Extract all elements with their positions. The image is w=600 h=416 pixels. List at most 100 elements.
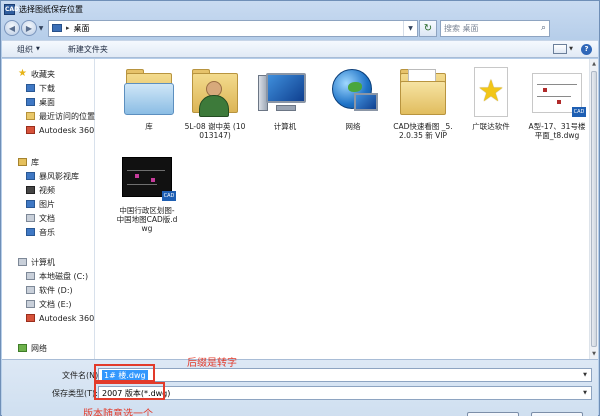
save-dialog-window: CAD 选择图纸保存位置 ◀ ▶ ▼ ▸ 桌面 ▼ ↻ 搜索 桌面 ⌕ 组织 ▼ …: [0, 0, 600, 416]
desktop-icon: [52, 24, 62, 32]
window-title: 选择图纸保存位置: [19, 4, 83, 14]
save-button[interactable]: [467, 412, 519, 416]
back-arrow-icon: ◀: [8, 23, 16, 33]
file-label: A型-17、31号楼 平面_t8.dwg: [528, 122, 586, 140]
command-bar: 组织 ▼ 新建文件夹 ▼ ?: [2, 40, 598, 58]
nav-item-drive-e[interactable]: 文档 (E:): [2, 297, 95, 311]
dwg-thumbnail-icon: CAD: [528, 65, 586, 119]
drive-icon: [26, 286, 35, 294]
view-dropdown-icon[interactable]: ▼: [569, 46, 573, 52]
file-label: 网络: [345, 122, 361, 131]
file-label: 库: [145, 122, 153, 131]
view-options-icon[interactable]: [553, 44, 568, 54]
computer-group: 计算机 本地磁盘 (C:) 软件 (D:) 文档 (E:) Autodesk 3…: [2, 255, 95, 325]
libraries-group: 库 暴风影视库 视频 图片 文档 音乐: [2, 155, 95, 239]
file-item-glodon-shortcut[interactable]: ★ 广联达软件: [460, 65, 522, 131]
nav-item-music[interactable]: 音乐: [2, 225, 95, 239]
file-label: 5L-08 谢中英 (10013147): [184, 122, 246, 140]
recent-places-icon: [26, 112, 35, 120]
app-icon: CAD: [4, 3, 20, 15]
scroll-thumb[interactable]: [591, 71, 597, 347]
breadcrumb-separator-icon[interactable]: ▸: [66, 24, 70, 32]
help-icon[interactable]: ?: [581, 43, 592, 55]
suffix-annotation: 后缀是转字: [187, 358, 237, 369]
new-folder-label: 新建文件夹: [67, 44, 108, 54]
scroll-down-icon[interactable]: ▼: [590, 349, 598, 359]
history-dropdown-icon[interactable]: ▼: [37, 25, 45, 32]
chevron-down-icon[interactable]: ▼: [579, 369, 591, 381]
nav-item-downloads[interactable]: 下载: [2, 81, 95, 95]
file-item-cad-viewer-folder[interactable]: CAD快速看图 _5.2.0.35 新 VIP: [392, 65, 454, 140]
downloads-icon: [26, 84, 35, 92]
file-item-dwg-floorplan[interactable]: CAD A型-17、31号楼 平面_t8.dwg: [526, 65, 588, 140]
favorites-star-icon: ★: [18, 68, 27, 79]
forward-button[interactable]: ▶: [21, 20, 37, 36]
address-bar: ◀ ▶ ▼ ▸ 桌面 ▼ ↻ 搜索 桌面 ⌕: [4, 18, 596, 38]
version-annotation: 版本随意选一个: [83, 409, 153, 416]
file-label: CAD快速看图 _5.2.0.35 新 VIP: [393, 122, 453, 140]
music-icon: [26, 228, 35, 236]
autodesk-icon: [26, 314, 35, 322]
drive-icon: [26, 272, 35, 280]
filename-field[interactable]: 1# 楼.dwg ▼: [98, 368, 592, 382]
computer-icon: [256, 65, 314, 119]
address-field[interactable]: ▸ 桌面 ▼: [48, 19, 418, 37]
new-folder-button[interactable]: 新建文件夹: [68, 44, 108, 55]
documents-icon: [26, 214, 35, 222]
file-type-select[interactable]: 2007 版本(*.dwg) ▼: [98, 386, 592, 400]
cad-badge: CAD: [572, 107, 586, 117]
chevron-down-icon: ▼: [36, 46, 40, 52]
chevron-down-icon[interactable]: ▼: [579, 387, 591, 399]
file-item-dwg-china-map[interactable]: CAD 中国行政区划图-中国地图CAD版.dwg: [116, 149, 178, 233]
nav-item-recent[interactable]: 最近访问的位置: [2, 109, 95, 123]
browser-area: ★ 收藏夹 下载 桌面 最近访问的位置 Autodesk 360 库 暴风影视库 …: [2, 59, 598, 359]
star-shortcut-icon: ★: [462, 65, 520, 119]
dwg-thumbnail-icon: CAD: [118, 149, 176, 203]
cad-badge: CAD: [162, 191, 176, 201]
back-button[interactable]: ◀: [4, 20, 20, 36]
file-item-network[interactable]: 网络: [322, 65, 384, 131]
breadcrumb-desktop[interactable]: 桌面: [74, 23, 90, 34]
navigation-pane: ★ 收藏夹 下载 桌面 最近访问的位置 Autodesk 360 库 暴风影视库 …: [2, 59, 95, 359]
nav-item-documents[interactable]: 文档: [2, 211, 95, 225]
autodesk-icon: [26, 126, 35, 134]
cancel-button[interactable]: [531, 412, 583, 416]
video-library-icon: [26, 172, 35, 180]
pictures-icon: [26, 200, 35, 208]
nav-item-autodesk-360-drive[interactable]: Autodesk 360: [2, 311, 95, 325]
forward-arrow-icon: ▶: [25, 23, 33, 33]
nav-item-baofeng[interactable]: 暴风影视库: [2, 169, 95, 183]
desktop-icon: [26, 98, 35, 106]
organize-label: 组织: [17, 44, 33, 54]
nav-libraries[interactable]: 库: [2, 155, 95, 169]
refresh-icon: ↻: [423, 22, 433, 34]
nav-item-pictures[interactable]: 图片: [2, 197, 95, 211]
file-type-label: 保存类型(T):: [52, 389, 98, 398]
filename-highlight-box: [94, 364, 155, 382]
refresh-button[interactable]: ↻: [419, 19, 437, 37]
nav-item-drive-c[interactable]: 本地磁盘 (C:): [2, 269, 95, 283]
nav-item-drive-d[interactable]: 软件 (D:): [2, 283, 95, 297]
nav-network[interactable]: 网络: [2, 341, 95, 355]
network-globe-icon: [324, 65, 382, 119]
search-placeholder: 搜索 桌面: [444, 23, 479, 33]
nav-favorites[interactable]: ★ 收藏夹: [2, 67, 95, 81]
nav-item-autodesk-360[interactable]: Autodesk 360: [2, 123, 95, 137]
library-icon: [18, 158, 27, 166]
file-item-computer[interactable]: 计算机: [254, 65, 316, 131]
vertical-scrollbar[interactable]: ▲ ▼: [589, 59, 598, 359]
file-item-user[interactable]: 5L-08 谢中英 (10013147): [184, 65, 246, 140]
network-icon: [18, 344, 27, 352]
search-icon: ⌕: [540, 23, 546, 33]
scroll-up-icon[interactable]: ▲: [590, 59, 598, 69]
nav-computer[interactable]: 计算机: [2, 255, 95, 269]
drive-icon: [26, 300, 35, 308]
folder-icon: [394, 65, 452, 119]
organize-button[interactable]: 组织 ▼: [17, 44, 40, 55]
nav-item-videos[interactable]: 视频: [2, 183, 95, 197]
address-dropdown-icon[interactable]: ▼: [403, 20, 417, 36]
videos-icon: [26, 186, 35, 194]
search-input[interactable]: 搜索 桌面 ⌕: [440, 19, 550, 37]
nav-item-desktop[interactable]: 桌面: [2, 95, 95, 109]
file-item-libraries[interactable]: 库: [118, 65, 180, 131]
